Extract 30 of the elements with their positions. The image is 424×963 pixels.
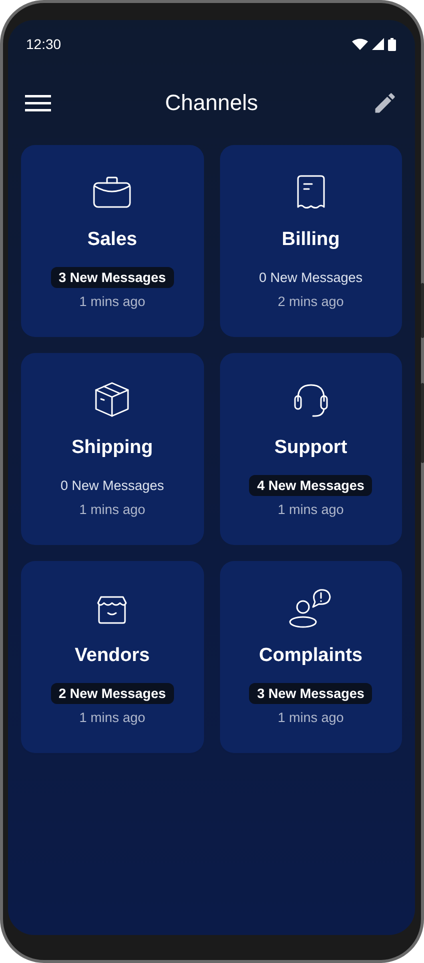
- channel-card[interactable]: Sales 3 New Messages 1 mins ago: [21, 145, 204, 337]
- new-messages-badge: 3 New Messages: [249, 683, 372, 704]
- last-activity-time: 1 mins ago: [278, 710, 344, 725]
- channel-name: Vendors: [74, 645, 150, 667]
- status-time: 12:30: [26, 36, 62, 52]
- signal-icon: [372, 38, 384, 50]
- screen-title: Channels: [165, 90, 258, 116]
- last-activity-time: 2 mins ago: [278, 294, 344, 309]
- battery-icon: [388, 38, 396, 50]
- new-messages-count: 0 New Messages: [59, 477, 166, 495]
- last-activity-time: 1 mins ago: [278, 502, 344, 517]
- channel-name: Sales: [87, 229, 138, 251]
- channel-name: Support: [274, 437, 348, 459]
- menu-icon: [25, 94, 51, 112]
- channel-card[interactable]: Complaints 3 New Messages 1 mins ago: [220, 561, 402, 753]
- channel-card[interactable]: Vendors 2 New Messages 1 mins ago: [21, 561, 204, 753]
- new-messages-count: 0 New Messages: [258, 269, 364, 287]
- new-messages-badge: 3 New Messages: [50, 267, 174, 288]
- last-activity-time: 1 mins ago: [79, 294, 146, 309]
- channel-name: Shipping: [72, 437, 153, 459]
- channel-card[interactable]: Billing 0 New Messages 2 mins ago: [220, 145, 402, 337]
- wifi-icon: [352, 38, 368, 50]
- last-activity-time: 1 mins ago: [79, 502, 146, 517]
- new-messages-badge: 4 New Messages: [249, 475, 372, 496]
- new-messages-badge: 2 New Messages: [50, 683, 174, 704]
- channel-name: Billing: [282, 229, 340, 251]
- last-activity-time: 1 mins ago: [79, 710, 146, 725]
- channel-name: Complaints: [259, 645, 362, 667]
- channel-card[interactable]: Support 4 New Messages 1 mins ago: [220, 353, 402, 545]
- channel-card[interactable]: Shipping 0 New Messages 1 mins ago: [21, 353, 204, 545]
